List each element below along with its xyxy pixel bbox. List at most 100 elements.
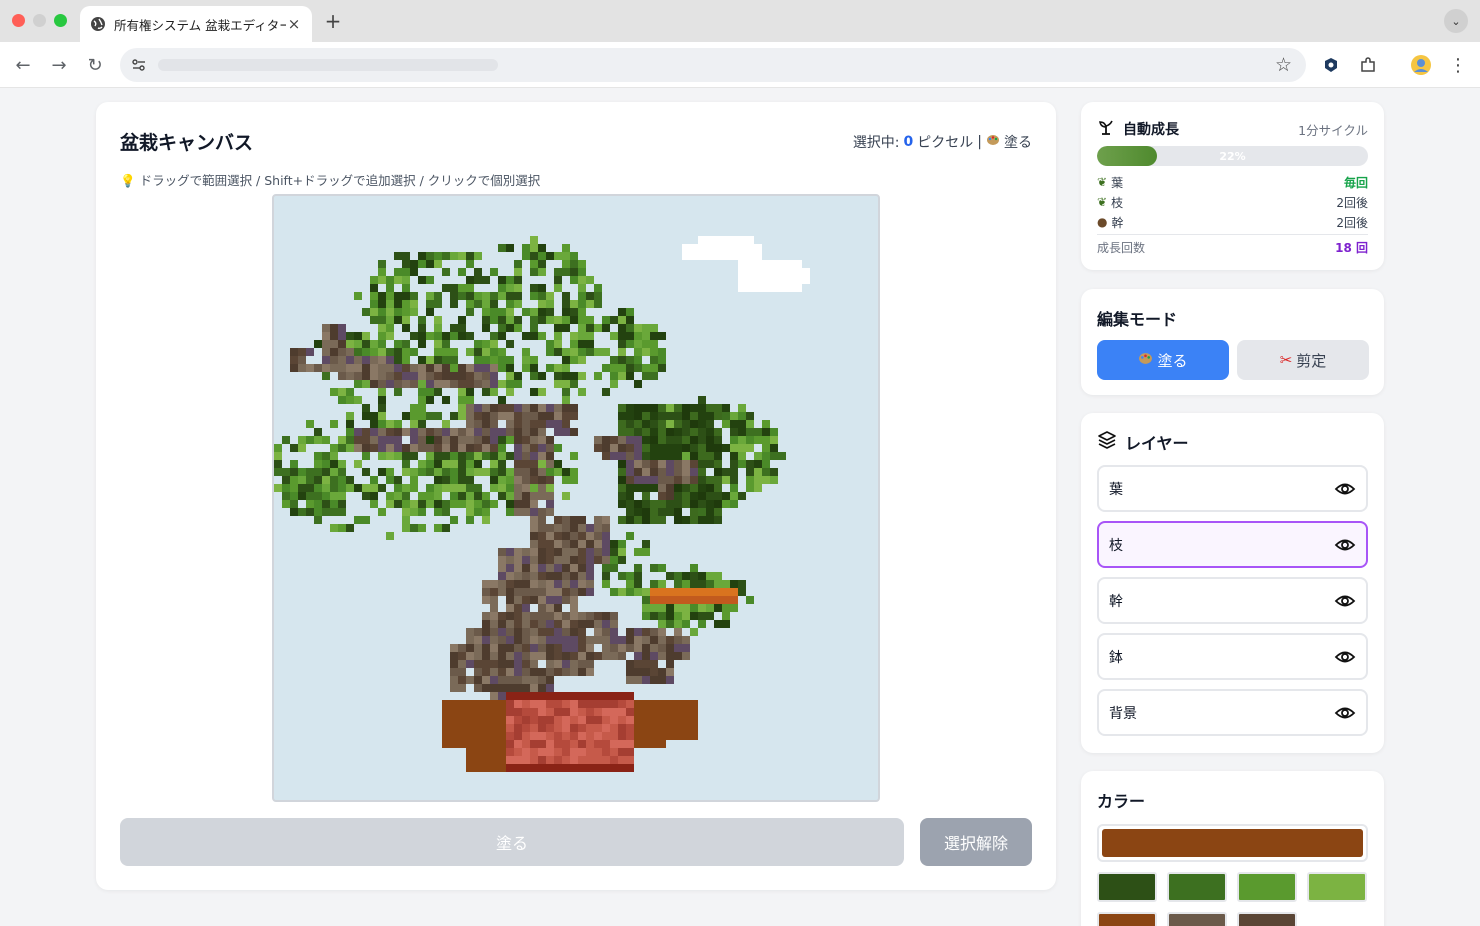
eye-icon[interactable] — [1334, 646, 1356, 668]
layer-label: 背景 — [1109, 705, 1137, 722]
branch-icon: ❦ — [1097, 195, 1108, 209]
selection-separator: | — [977, 134, 982, 150]
eye-icon[interactable] — [1334, 702, 1356, 724]
color-swatch[interactable] — [1167, 912, 1227, 926]
seedling-icon — [1097, 118, 1115, 140]
selection-info: 選択中: 0 ピクセル | 塗る — [853, 132, 1032, 152]
extensions-puzzle-icon[interactable] — [1357, 54, 1379, 76]
bookmark-star-icon[interactable]: ☆ — [1275, 54, 1292, 76]
globe-icon — [90, 16, 106, 32]
color-swatch[interactable] — [1237, 872, 1297, 902]
growth-count-label: 成長回数 — [1097, 240, 1146, 255]
wood-icon: ● — [1097, 215, 1108, 229]
growth-row-value: 2回後 — [1336, 195, 1368, 210]
window-controls — [12, 14, 67, 27]
scissors-icon: ✂ — [1279, 351, 1293, 369]
paint-mode-button[interactable]: 塗る — [1097, 340, 1229, 380]
selection-unit: ピクセル — [917, 135, 974, 151]
hint-text: ドラッグで範囲選択 / Shift+ドラッグで追加選択 / クリックで個別選択 — [139, 173, 541, 188]
selection-label: 選択中: — [852, 135, 900, 151]
bonsai-pixel-canvas[interactable] — [272, 194, 880, 802]
growth-count-value: 18 — [1335, 240, 1352, 255]
browser-toolbar: ← → ↻ ☆ ⋮ — [0, 42, 1480, 88]
tab-title: 所有権システム 盆栽エディター — [114, 17, 286, 33]
growth-row-label: 枝 — [1111, 195, 1124, 210]
forward-arrow-icon[interactable]: → — [48, 54, 70, 76]
current-mode-label: 塗る — [1004, 135, 1032, 151]
color-swatch[interactable] — [1167, 872, 1227, 902]
browser-tab-bar: 所有権システム 盆栽エディター × + ⌄ — [0, 0, 1480, 42]
layers-icon — [1097, 430, 1117, 454]
site-settings-icon[interactable] — [130, 56, 148, 74]
back-arrow-icon[interactable]: ← — [12, 54, 34, 76]
url-text — [158, 59, 498, 71]
growth-row-branch: ❦ 枝 2回後 — [1097, 193, 1368, 211]
layers-header: レイヤー — [1097, 430, 1189, 454]
edit-mode-title: 編集モード — [1097, 310, 1178, 329]
growth-count: 18 回 — [1335, 239, 1368, 256]
growth-cycle: 1分サイクル — [1298, 122, 1368, 138]
close-window-button[interactable] — [12, 14, 25, 27]
selection-count: 0 — [903, 134, 914, 150]
palette-icon — [986, 133, 1000, 151]
leaf-icon: ❦ — [1097, 175, 1108, 189]
browser-tab[interactable]: 所有権システム 盆栽エディター × — [80, 6, 312, 42]
eye-icon[interactable] — [1334, 478, 1356, 500]
growth-count-row: 成長回数 18 回 — [1097, 238, 1368, 256]
growth-progress-bar: 22% — [1097, 146, 1368, 166]
edit-mode-panel: 編集モード 塗る ✂ 剪定 — [1081, 289, 1384, 395]
color-swatch[interactable] — [1097, 912, 1157, 926]
growth-progress-text: 22% — [1219, 149, 1246, 163]
reload-icon[interactable]: ↻ — [84, 54, 106, 76]
growth-row-leaf: ❦ 葉 毎回 — [1097, 173, 1368, 191]
layer-label: 鉢 — [1109, 649, 1123, 666]
address-bar[interactable]: ☆ — [120, 48, 1306, 82]
layer-item[interactable]: 幹 — [1097, 577, 1368, 624]
tab-search-chevron-icon[interactable]: ⌄ — [1444, 9, 1468, 33]
layer-label: 幹 — [1109, 593, 1123, 610]
growth-header: 自動成長 1分サイクル — [1097, 118, 1368, 140]
layer-label: 葉 — [1109, 481, 1123, 498]
divider — [1097, 234, 1368, 235]
prune-mode-label: 剪定 — [1296, 351, 1327, 370]
layer-item[interactable]: 背景 — [1097, 689, 1368, 736]
maximize-window-button[interactable] — [54, 14, 67, 27]
growth-count-unit: 回 — [1355, 240, 1368, 255]
browser-menu-icon[interactable]: ⋮ — [1447, 54, 1469, 76]
growth-row-label: 葉 — [1111, 175, 1124, 190]
layer-item[interactable]: 鉢 — [1097, 633, 1368, 680]
current-color-swatch[interactable] — [1097, 824, 1368, 862]
layer-item[interactable]: 枝 — [1097, 521, 1368, 568]
growth-row-value: 2回後 — [1336, 215, 1368, 230]
paint-mode-label: 塗る — [1157, 351, 1188, 370]
color-panel: カラー — [1081, 771, 1384, 926]
profile-avatar[interactable] — [1410, 54, 1432, 76]
auto-growth-panel: 自動成長 1分サイクル 22% ❦ 葉 毎回 ❦ 枝 2回後 ● 幹 2回後 成… — [1081, 102, 1384, 270]
eye-icon[interactable] — [1334, 590, 1356, 612]
growth-row-value: 毎回 — [1343, 175, 1368, 190]
growth-title: 自動成長 — [1123, 122, 1179, 138]
color-swatch[interactable] — [1307, 872, 1367, 902]
minimize-window-button[interactable] — [33, 14, 46, 27]
layers-title: レイヤー — [1125, 434, 1189, 453]
palette-icon — [1138, 351, 1153, 370]
extension-shield-icon[interactable] — [1320, 54, 1342, 76]
paint-button[interactable]: 塗る — [120, 818, 904, 866]
color-title: カラー — [1097, 792, 1146, 811]
layers-panel: レイヤー 葉枝幹鉢背景 — [1081, 413, 1384, 753]
selection-hint: 💡 ドラッグで範囲選択 / Shift+ドラッグで追加選択 / クリックで個別選… — [120, 170, 540, 189]
new-tab-button[interactable]: + — [322, 9, 344, 33]
growth-row-label: 幹 — [1111, 215, 1124, 230]
layer-label: 枝 — [1109, 537, 1123, 554]
layer-item[interactable]: 葉 — [1097, 465, 1368, 512]
prune-mode-button[interactable]: ✂ 剪定 — [1237, 340, 1369, 380]
eye-icon[interactable] — [1334, 534, 1356, 556]
lightbulb-icon: 💡 — [120, 173, 136, 188]
clear-selection-button[interactable]: 選択解除 — [920, 818, 1032, 866]
growth-row-trunk: ● 幹 2回後 — [1097, 213, 1368, 231]
color-swatch[interactable] — [1097, 872, 1157, 902]
canvas-title: 盆栽キャンバス — [120, 132, 254, 154]
canvas-panel: 盆栽キャンバス 選択中: 0 ピクセル | 塗る 💡 ドラッグで範囲選択 / S… — [96, 102, 1056, 890]
tab-close-icon[interactable]: × — [286, 15, 302, 33]
color-swatch[interactable] — [1237, 912, 1297, 926]
